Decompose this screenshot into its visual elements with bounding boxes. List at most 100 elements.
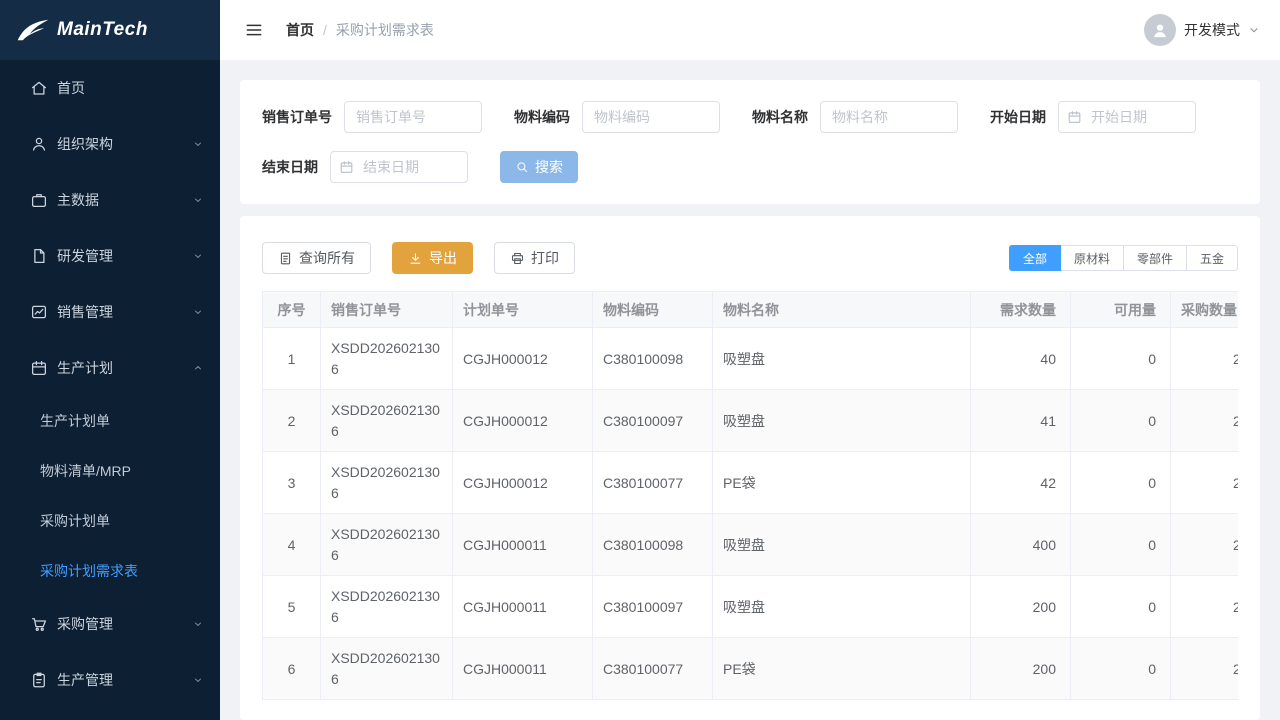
filter-field-material-name: 物料名称 [752,101,958,133]
table-cell: XSDD2026021306 [321,576,453,638]
sidebar-subitem-bom-mrp[interactable]: 物料清单/MRP [0,446,220,496]
table-cell: CGJH000012 [453,452,593,514]
topbar: 首页 / 采购计划需求表 开发模式 [220,0,1280,60]
table-cell: XSDD2026021306 [321,328,453,390]
category-tab-parts[interactable]: 零部件 [1123,245,1187,271]
sidebar-subitem-purchase-plan-demand[interactable]: 采购计划需求表 [0,546,220,596]
table-cell: PE袋 [713,452,971,514]
date-input-wrap [330,151,468,183]
table-header-cell: 需求数量 [971,292,1071,328]
category-tab-all[interactable]: 全部 [1009,245,1061,271]
sidebar-subitem-production-plan-order[interactable]: 生产计划单 [0,396,220,446]
table-cell: 3 [263,452,321,514]
sidebar-item-rd-management[interactable]: 研发管理 [0,228,220,284]
sidebar-item-sales-management[interactable]: 销售管理 [0,284,220,340]
category-tab-raw-material[interactable]: 原材料 [1060,245,1124,271]
table-header-cell: 物料名称 [713,292,971,328]
query-all-button[interactable]: 查询所有 [262,242,371,274]
table-row: 5XSDD2026021306CGJH000011C380100097吸塑盘20… [263,576,1239,638]
table-cell: 5 [263,576,321,638]
menu-fold-icon[interactable] [244,20,264,40]
table-cell: C380100097 [593,390,713,452]
table-cell: 4 [263,514,321,576]
table-cell: 吸塑盘 [713,514,971,576]
breadcrumb-current: 采购计划需求表 [336,20,434,40]
chevron-down-icon [1248,24,1260,36]
user-mode-dropdown[interactable]: 开发模式 [1144,14,1260,46]
table-row: 3XSDD2026021306CGJH000012C380100077PE袋42… [263,452,1239,514]
logo[interactable]: MainTech [0,0,220,60]
logo-text: MainTech [57,19,148,41]
table-cell: 1 [263,328,321,390]
sidebar-item-label: 研发管理 [57,246,192,266]
table-cell: PE袋 [713,638,971,700]
material-code-input[interactable] [582,101,720,133]
table-cell: CGJH000011 [453,638,593,700]
category-tabs: 全部原材料零部件五金 [1009,245,1238,271]
filter-field-material-code: 物料编码 [514,101,720,133]
table-cell: C380100098 [593,328,713,390]
cart-icon [30,615,48,633]
table-cell: CGJH000012 [453,390,593,452]
sidebar-item-production-management[interactable]: 生产管理 [0,652,220,708]
table-cell: 41 [971,390,1071,452]
sidebar-item-label: 销售管理 [57,302,192,322]
table-cell: 2 [1171,452,1239,514]
search-icon [515,160,529,174]
print-button[interactable]: 打印 [494,242,575,274]
table-wrap: 序号销售订单号计划单号物料编码物料名称需求数量可用量采购数量 1XSDD2026… [262,291,1238,700]
file-icon [30,247,48,265]
search-button[interactable]: 搜索 [500,151,578,183]
filter-field-start-date: 开始日期 [990,101,1196,133]
filter-label-end-date: 结束日期 [262,157,318,177]
category-tab-hardware[interactable]: 五金 [1186,245,1238,271]
sidebar-item-production-plan[interactable]: 生产计划 [0,340,220,396]
org-icon [30,135,48,153]
briefcase-icon [30,191,48,209]
table-cell: XSDD2026021306 [321,638,453,700]
table-cell: CGJH000011 [453,576,593,638]
table-cell: 吸塑盘 [713,390,971,452]
material-name-input[interactable] [820,101,958,133]
chevron-down-icon [192,674,204,686]
sidebar-item-label: 生产计划 [57,358,192,378]
calendar-icon [1067,110,1082,125]
sidebar-item-label: 主数据 [57,190,192,210]
table-row: 6XSDD2026021306CGJH000011C380100077PE袋20… [263,638,1239,700]
page-content: 销售订单号物料编码物料名称开始日期结束日期搜索 查询所有 导出 [220,60,1280,720]
table-cell: 200 [971,576,1071,638]
chevron-down-icon [192,306,204,318]
avatar[interactable] [1144,14,1176,46]
filter-label-material-name: 物料名称 [752,107,808,127]
export-button[interactable]: 导出 [392,242,473,274]
table-cell: CGJH000012 [453,328,593,390]
sidebar-item-master-data[interactable]: 主数据 [0,172,220,228]
table-cell: 400 [971,514,1071,576]
filter-label-sales-order-no: 销售订单号 [262,107,332,127]
filter-area: 销售订单号 物料编码 物料名称 开始日期结束日期 搜索 [262,101,1238,183]
table-cell: 40 [971,328,1071,390]
sidebar-subitem-purchase-plan-order[interactable]: 采购计划单 [0,496,220,546]
table-cell: 0 [1071,452,1171,514]
table-cell: 吸塑盘 [713,328,971,390]
calendar-icon [30,359,48,377]
main-area: 首页 / 采购计划需求表 开发模式 销售订单号物料编码物料名称开始日期结束日期搜… [220,0,1280,720]
chevron-up-icon [192,362,204,374]
sales-order-no-input[interactable] [344,101,482,133]
document-icon [278,251,293,266]
sidebar-item-home[interactable]: 首页 [0,60,220,116]
table-cell: C380100077 [593,638,713,700]
table-header-cell: 可用量 [1071,292,1171,328]
clipboard-icon [30,671,48,689]
table-cell: XSDD2026021306 [321,452,453,514]
table-cell: C380100098 [593,514,713,576]
breadcrumb-home[interactable]: 首页 [286,20,314,40]
breadcrumb-separator: / [323,22,327,38]
sidebar-item-purchase-management[interactable]: 采购管理 [0,596,220,652]
sidebar-item-label: 首页 [57,78,204,98]
table-header-cell: 采购数量 [1171,292,1239,328]
sidebar-item-organization[interactable]: 组织架构 [0,116,220,172]
table-header-row: 序号销售订单号计划单号物料编码物料名称需求数量可用量采购数量 [263,292,1239,328]
printer-icon [510,251,525,266]
table-cell: 2 [1171,514,1239,576]
